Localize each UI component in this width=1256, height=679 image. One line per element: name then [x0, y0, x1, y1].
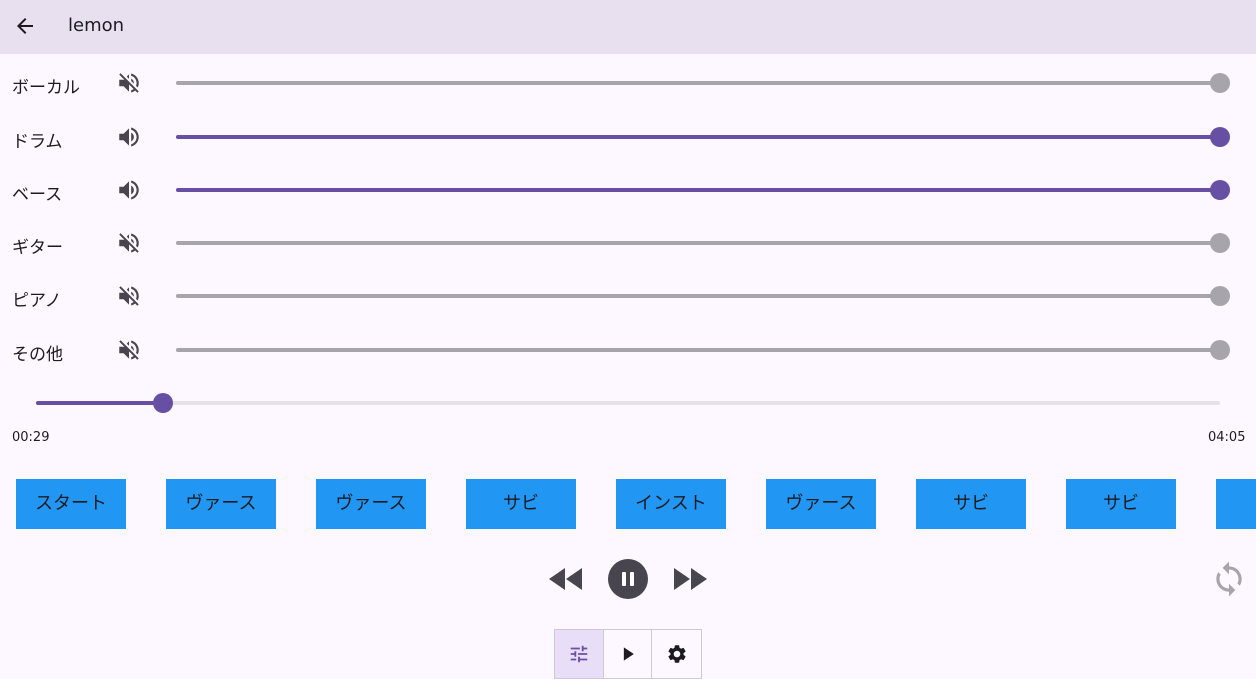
track-label: ギター — [12, 238, 63, 258]
section-button[interactable]: ヴァース — [316, 479, 426, 529]
pause-icon — [622, 572, 634, 586]
repeat-button[interactable] — [1208, 557, 1250, 601]
bottom-nav — [554, 629, 702, 679]
track-row: ドラム — [0, 117, 1256, 157]
track-row: ボーカル — [0, 63, 1256, 103]
slider-fill — [176, 188, 1220, 192]
tune-icon — [570, 645, 588, 663]
slider-thumb[interactable] — [1210, 127, 1230, 147]
slider-fill — [176, 81, 1220, 85]
settings-icon — [668, 645, 686, 663]
nav-player-tab[interactable] — [604, 630, 653, 678]
track-row: ピアノ — [0, 276, 1256, 316]
slider-fill — [176, 135, 1220, 139]
mute-toggle-button[interactable] — [114, 69, 144, 97]
volume-off-icon — [119, 340, 139, 360]
volume-off-icon — [119, 73, 139, 93]
fast-forward-button[interactable] — [671, 561, 711, 597]
nav-settings-tab[interactable] — [652, 630, 701, 678]
volume-off-icon — [119, 233, 139, 253]
track-label: ボーカル — [12, 78, 80, 98]
track-label: ベース — [12, 185, 63, 205]
mute-toggle-button[interactable] — [114, 229, 144, 257]
mute-toggle-button[interactable] — [114, 282, 144, 310]
track-label: ドラム — [12, 132, 63, 152]
track-label: ピアノ — [12, 291, 62, 311]
nav-mixer-tab[interactable] — [555, 630, 604, 678]
volume-up-icon — [119, 127, 139, 147]
mute-toggle-button[interactable] — [114, 176, 144, 204]
track-row: ベース — [0, 170, 1256, 210]
slider-fill — [176, 241, 1220, 245]
section-button[interactable]: スタート — [16, 479, 126, 529]
section-button[interactable]: サビ — [916, 479, 1026, 529]
volume-slider[interactable] — [176, 276, 1230, 316]
seek-rail — [36, 401, 1220, 405]
section-button[interactable]: サビ — [466, 479, 576, 529]
section-button[interactable]: ヴァース — [166, 479, 276, 529]
rewind-button[interactable] — [545, 561, 585, 597]
app-bar: lemon — [0, 0, 1256, 54]
volume-off-icon — [119, 286, 139, 306]
section-button[interactable]: ブ — [1216, 479, 1256, 529]
volume-slider[interactable] — [176, 117, 1230, 157]
seek-thumb[interactable] — [153, 393, 173, 413]
volume-up-icon — [119, 180, 139, 200]
volume-slider[interactable] — [176, 170, 1230, 210]
play-icon — [623, 647, 634, 661]
slider-fill — [176, 294, 1220, 298]
mute-toggle-button[interactable] — [114, 336, 144, 364]
slider-thumb[interactable] — [1210, 73, 1230, 93]
slider-fill — [176, 348, 1220, 352]
total-time: 04:05 — [1208, 430, 1246, 445]
rewind-icon — [549, 568, 582, 590]
section-list: スタートヴァースヴァースサビインストヴァースサビサビブ — [16, 479, 1256, 529]
track-row: ギター — [0, 223, 1256, 263]
mute-toggle-button[interactable] — [114, 123, 144, 151]
volume-slider[interactable] — [176, 223, 1230, 263]
slider-thumb[interactable] — [1210, 233, 1230, 253]
section-button[interactable]: インスト — [616, 479, 726, 529]
fast-forward-icon — [674, 568, 707, 590]
volume-slider[interactable] — [176, 330, 1230, 370]
slider-thumb[interactable] — [1210, 180, 1230, 200]
repeat-icon — [1216, 561, 1242, 597]
section-button[interactable]: ヴァース — [766, 479, 876, 529]
slider-thumb[interactable] — [1210, 286, 1230, 306]
track-label: その他 — [12, 345, 63, 365]
song-title: lemon — [68, 15, 125, 36]
pause-button[interactable] — [608, 559, 648, 599]
section-button[interactable]: サビ — [1066, 479, 1176, 529]
slider-thumb[interactable] — [1210, 340, 1230, 360]
current-time: 00:29 — [12, 430, 50, 445]
track-row: その他 — [0, 330, 1256, 370]
seek-progress — [36, 401, 163, 405]
back-button[interactable] — [8, 9, 42, 43]
volume-slider[interactable] — [176, 63, 1230, 103]
arrow-back-icon — [17, 18, 33, 34]
seek-slider[interactable] — [36, 383, 1220, 423]
